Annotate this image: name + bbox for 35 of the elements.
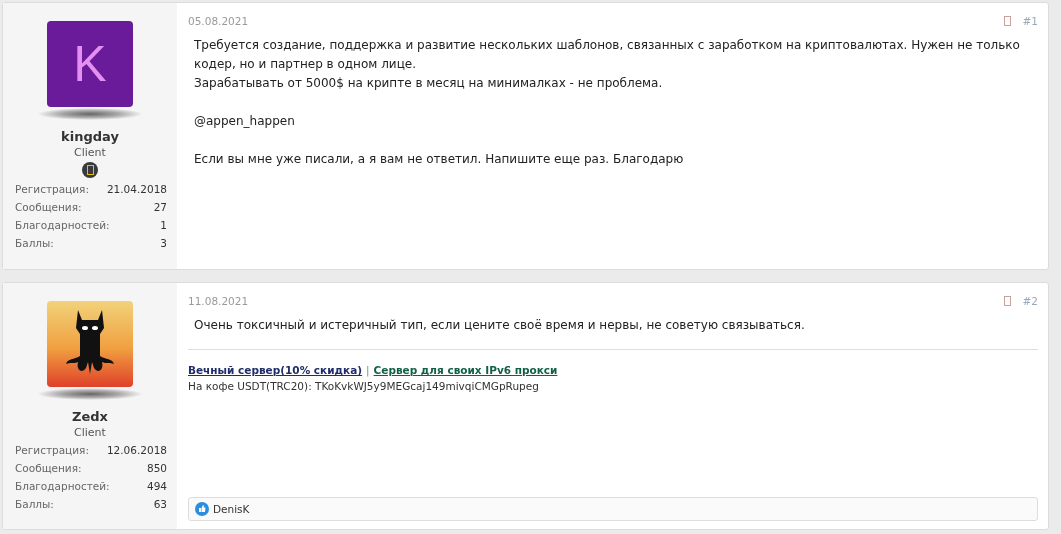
reaction-user[interactable]: DenisK (213, 503, 250, 515)
message-text: Если вы мне уже писали, а я вам не ответил. Напишите еще раз. Благодарю (194, 151, 685, 168)
stat-label: Сообщения: (15, 200, 82, 214)
like-icon (195, 502, 209, 516)
user-title: Client (74, 146, 106, 159)
stat-label: Баллы: (15, 236, 54, 250)
stat-value: 63 (153, 497, 167, 511)
share-icon[interactable] (1003, 16, 1011, 26)
share-icon[interactable] (1003, 296, 1011, 306)
stat-value: 850 (146, 461, 167, 475)
stat-value: 12.06.2018 (106, 443, 167, 457)
message-text: @appen_happen (194, 113, 296, 130)
message-text: Очень токсичный и истеричный тип, если цените своё время и нервы, не советую связываться. (194, 317, 806, 334)
message-text: Зарабатывать от 5000$ на крипте в месяц на минималках - не проблема. (194, 75, 664, 92)
stat-label: Сообщения: (15, 461, 82, 475)
stat-value: 27 (153, 200, 167, 214)
user-title: Client (74, 426, 106, 439)
signature-link[interactable]: Вечный сервер(10% скидка) (188, 362, 363, 378)
avatar[interactable] (47, 301, 133, 387)
stat-value: 1 (160, 218, 167, 232)
stat-value: 21.04.2018 (106, 182, 167, 196)
separator: | (366, 363, 370, 378)
stat-label: Регистрация: (15, 443, 89, 457)
stat-value: 494 (146, 479, 167, 493)
stat-label: Регистрация: (15, 182, 89, 196)
stat-label: Баллы: (15, 497, 54, 511)
signature-text: На кофе USDT(TRC20): TKoKvkWJ5y9MEGcaj149mivqiCMGpRupeg (188, 379, 540, 394)
stat-value: 3 (160, 236, 167, 250)
message-text: Требуется создание, поддержка и развитие нескольких шаблонов, связанных с заработком на криптовалютах. Нужен не только кодер, но и партнер в одном лице. (194, 37, 1021, 73)
username[interactable]: Zedx (72, 409, 108, 424)
username[interactable]: kingday (61, 129, 119, 144)
avatar[interactable]: K (47, 21, 133, 107)
signature-link[interactable]: Сервер для своих IPv6 прокси (373, 362, 558, 378)
stat-label: Благодарностей: (15, 218, 110, 232)
stat-label: Благодарностей: (15, 479, 110, 493)
